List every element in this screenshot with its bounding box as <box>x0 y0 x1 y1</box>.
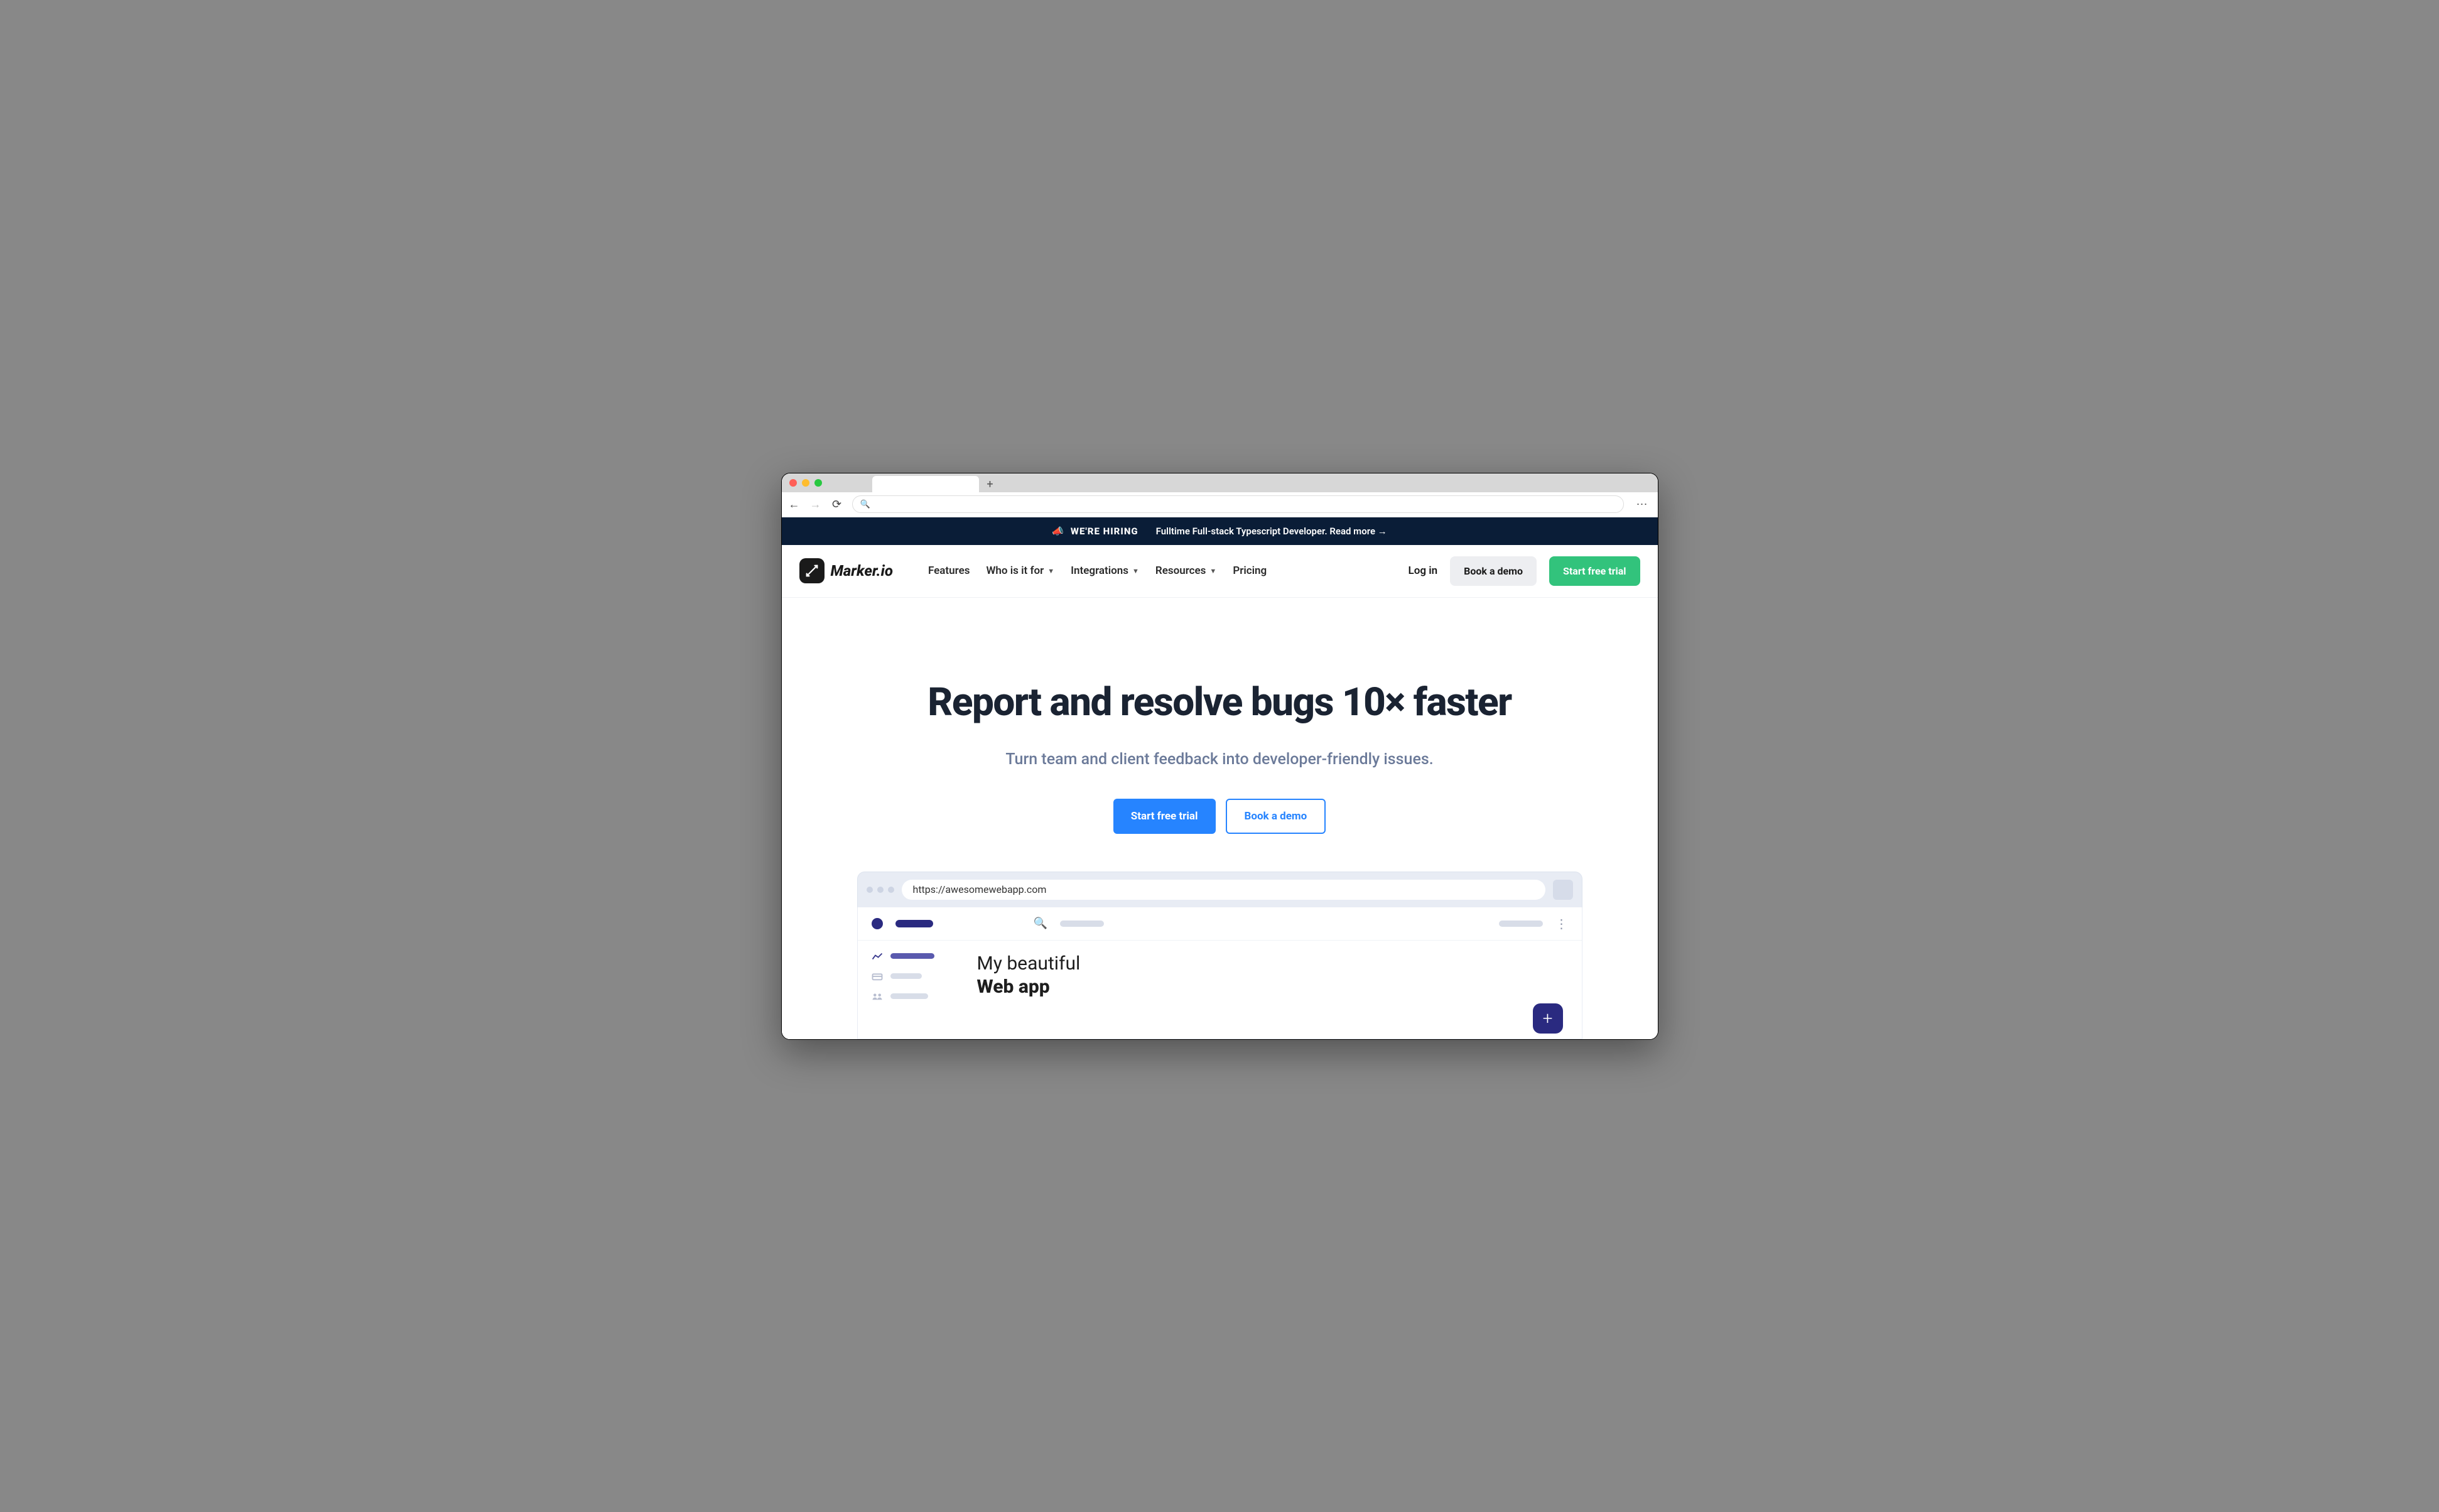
header-actions: Log in Book a demo Start free trial <box>1409 556 1640 586</box>
card-icon <box>872 972 883 981</box>
address-bar[interactable]: 🔍 <box>852 495 1624 513</box>
main-nav: Features Who is it for▼ Integrations▼ Re… <box>928 564 1392 577</box>
site-header: Marker.io Features Who is it for▼ Integr… <box>782 545 1658 598</box>
mock-app: 🔍 ⋮ <box>857 907 1582 1039</box>
hero-book-demo-button[interactable]: Book a demo <box>1226 799 1326 834</box>
chevron-down-icon: ▼ <box>1209 567 1216 575</box>
hiring-label: WE'RE HIRING <box>1071 526 1138 537</box>
mock-browser-chrome: https://awesomewebapp.com <box>857 872 1582 907</box>
mock-placeholder-bar <box>890 973 922 979</box>
mock-app-topbar: 🔍 ⋮ <box>858 907 1582 941</box>
mock-placeholder-bar <box>890 953 934 959</box>
minimize-window-button[interactable] <box>802 479 809 487</box>
mock-sidebar <box>858 941 971 1039</box>
mock-dot <box>888 887 894 893</box>
product-illustration: https://awesomewebapp.com 🔍 ⋮ <box>782 872 1658 1039</box>
search-icon: 🔍 <box>860 500 870 509</box>
megaphone-icon: 📣 <box>1052 526 1064 537</box>
start-free-trial-button[interactable]: Start free trial <box>1549 556 1640 586</box>
mock-url-bar: https://awesomewebapp.com <box>902 880 1545 900</box>
announcement-banner: 📣 WE'RE HIRING Fulltime Full-stack Types… <box>782 517 1658 545</box>
users-icon <box>872 992 883 1001</box>
mock-avatar <box>872 918 883 929</box>
hero-section: Report and resolve bugs 10× faster Turn … <box>782 598 1658 872</box>
browser-tab[interactable] <box>872 476 979 492</box>
logo[interactable]: Marker.io <box>799 558 893 583</box>
mock-extension-icon <box>1553 880 1573 900</box>
nav-who-is-it-for[interactable]: Who is it for▼ <box>986 564 1054 577</box>
hiring-link[interactable]: Fulltime Full-stack Typescript Developer… <box>1156 526 1387 537</box>
brand-name: Marker.io <box>831 562 893 580</box>
search-icon: 🔍 <box>1034 917 1047 930</box>
maximize-window-button[interactable] <box>814 479 822 487</box>
chart-icon <box>872 952 883 961</box>
mock-app-body: My beautifulWeb app + <box>858 941 1582 1039</box>
mock-dot <box>877 887 884 893</box>
nav-integrations[interactable]: Integrations▼ <box>1071 564 1139 577</box>
mock-placeholder-bar <box>1499 921 1543 927</box>
hero-subtitle: Turn team and client feedback into devel… <box>807 750 1633 769</box>
browser-menu-button[interactable]: ⋯ <box>1633 498 1652 511</box>
nav-pricing[interactable]: Pricing <box>1233 564 1267 577</box>
forward-button[interactable]: → <box>809 498 822 510</box>
mock-main-content: My beautifulWeb app + <box>971 941 1582 1039</box>
browser-titlebar: + <box>782 473 1658 492</box>
hiring-badge: 📣 WE'RE HIRING <box>1052 526 1138 537</box>
reload-button[interactable]: ⟳ <box>831 498 843 510</box>
mock-placeholder-bar <box>1060 921 1104 927</box>
book-demo-button[interactable]: Book a demo <box>1450 556 1537 586</box>
mock-sidebar-item <box>872 972 957 981</box>
mock-app-title: My beautifulWeb app <box>977 952 1576 999</box>
hero-ctas: Start free trial Book a demo <box>807 799 1633 834</box>
mock-placeholder-bar <box>895 920 933 927</box>
chevron-down-icon: ▼ <box>1132 567 1139 575</box>
mock-sidebar-item <box>872 952 957 961</box>
mock-dot <box>867 887 873 893</box>
browser-toolbar: ← → ⟳ 🔍 ⋯ <box>782 492 1658 517</box>
mock-placeholder-bar <box>890 993 928 999</box>
add-button: + <box>1533 1003 1563 1034</box>
browser-window: + ← → ⟳ 🔍 ⋯ 📣 WE'RE HIRING Fulltime Full… <box>781 473 1658 1040</box>
logo-icon <box>799 558 825 583</box>
nav-features[interactable]: Features <box>928 564 970 577</box>
mock-traffic-lights <box>867 887 894 893</box>
hero-title: Report and resolve bugs 10× faster <box>807 679 1633 725</box>
new-tab-button[interactable]: + <box>983 477 998 492</box>
back-button[interactable]: ← <box>788 498 801 510</box>
traffic-lights <box>789 479 822 487</box>
page-content: 📣 WE'RE HIRING Fulltime Full-stack Types… <box>782 517 1658 1039</box>
mock-sidebar-item <box>872 992 957 1001</box>
kebab-menu-icon: ⋮ <box>1555 916 1568 931</box>
login-link[interactable]: Log in <box>1409 564 1438 577</box>
close-window-button[interactable] <box>789 479 797 487</box>
nav-resources[interactable]: Resources▼ <box>1155 564 1216 577</box>
hero-start-trial-button[interactable]: Start free trial <box>1113 799 1216 834</box>
tab-strip: + <box>872 473 998 492</box>
chevron-down-icon: ▼ <box>1047 567 1054 575</box>
